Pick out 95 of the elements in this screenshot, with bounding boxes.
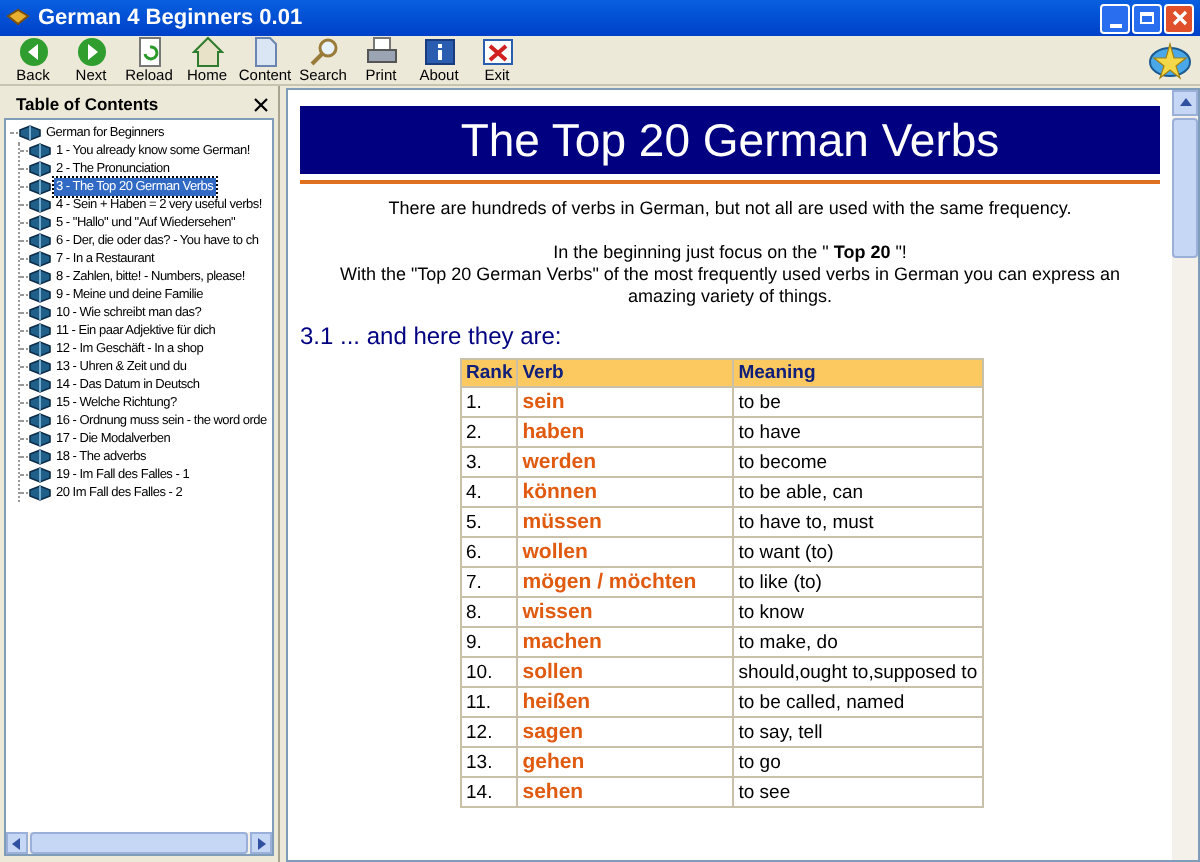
book-icon [28,466,52,484]
book-icon [28,196,52,214]
table-cell: werden [517,447,734,477]
table-cell: to be called, named [733,687,983,717]
horizontal-scrollbar[interactable] [6,832,272,854]
table-cell: 3. [461,447,518,477]
minimize-button[interactable] [1100,3,1130,33]
restore-icon [1140,12,1154,24]
close-icon[interactable] [254,97,268,111]
scrollbar-thumb[interactable] [30,832,248,854]
table-cell: to be able, can [733,477,983,507]
book-icon [28,448,52,466]
table-cell: haben [517,417,734,447]
book-icon [28,304,52,322]
book-icon [28,376,52,394]
table-cell: to go [733,747,983,777]
table-cell: to become [733,447,983,477]
book-icon [28,394,52,412]
table-cell: 8. [461,597,518,627]
window-title: German 4 Beginners 0.01 [38,3,303,34]
table-cell: to know [733,597,983,627]
book-icon [28,412,52,430]
scrollbar-thumb[interactable] [1172,118,1198,258]
table-cell: should,ought to,supposed to [733,657,983,687]
table-cell: machen [517,627,734,657]
table-cell: sein [517,387,734,417]
table-cell: 10. [461,657,518,687]
column-header: Meaning [733,359,983,387]
table-cell: gehen [517,747,734,777]
table-cell: 14. [461,777,518,807]
table-cell: to like (to) [733,567,983,597]
close-button[interactable] [1164,3,1194,33]
table-cell: 5. [461,507,518,537]
restore-button[interactable] [1132,3,1162,33]
paragraph: With the "Top 20 German Verbs" of the most frequently used verbs in German you can express an amazing variety of things. [337,264,1123,308]
book-icon [28,250,52,268]
left-arrow-icon [12,837,22,849]
search-icon [307,36,339,68]
book-icon [28,430,52,448]
close-icon [1171,10,1187,26]
book-icon [28,358,52,376]
up-arrow-icon [1179,98,1191,108]
home-icon [191,36,223,68]
table-cell: 2. [461,417,518,447]
table-cell: 7. [461,567,518,597]
right-arrow-icon [256,837,266,849]
book-icon [6,6,30,30]
table-cell: 12. [461,717,518,747]
minimize-icon [1109,23,1121,27]
table-cell: to want (to) [733,537,983,567]
book-icon [28,142,52,160]
table-cell: 6. [461,537,518,567]
table-cell: to be [733,387,983,417]
page-heading: The Top 20 German Verbs [460,114,1000,166]
table-cell: sollen [517,657,734,687]
info-icon [423,36,455,68]
table-cell: to have to, must [733,507,983,537]
book-icon [28,484,52,502]
book-icon [28,286,52,304]
book-icon [28,160,52,178]
table-cell: wollen [517,537,734,567]
table-cell: to make, do [733,627,983,657]
table-cell: wissen [517,597,734,627]
book-icon [28,232,52,250]
paragraph: In the beginning just focus on the " Top 20 "! [553,242,907,264]
table-cell: to say, tell [733,717,983,747]
book-icon [28,178,52,196]
panel-title: Table of Contents [16,91,159,117]
table-cell: to have [733,417,983,447]
exit-icon [481,36,513,68]
star-logo-icon [1148,40,1192,80]
column-header: Rank [461,359,518,387]
book-icon [28,214,52,232]
table-cell: 11. [461,687,518,717]
book-icon [28,322,52,340]
table-cell: müssen [517,507,734,537]
table-cell: können [517,477,734,507]
table-cell: 9. [461,627,518,657]
table-cell: sagen [517,717,734,747]
paragraph: There are hundreds of verbs in German, but not all are used with the same frequency. [388,198,1072,220]
table-cell: heißen [517,687,734,717]
table-cell: sehen [517,777,734,807]
table-cell: to see [733,777,983,807]
column-header: Verb [517,359,734,387]
table-cell: 13. [461,747,518,777]
vertical-scrollbar[interactable] [1172,90,1198,860]
book-icon [28,268,52,286]
table-cell: 1. [461,387,518,417]
book-icon [28,340,52,358]
printer-icon [365,36,397,68]
table-cell: mögen / möchten [517,567,734,597]
book-icon [18,124,42,142]
reload-icon [133,36,165,68]
section-heading: 3.1 ... and here they are: [300,322,564,350]
table-cell: 4. [461,477,518,507]
